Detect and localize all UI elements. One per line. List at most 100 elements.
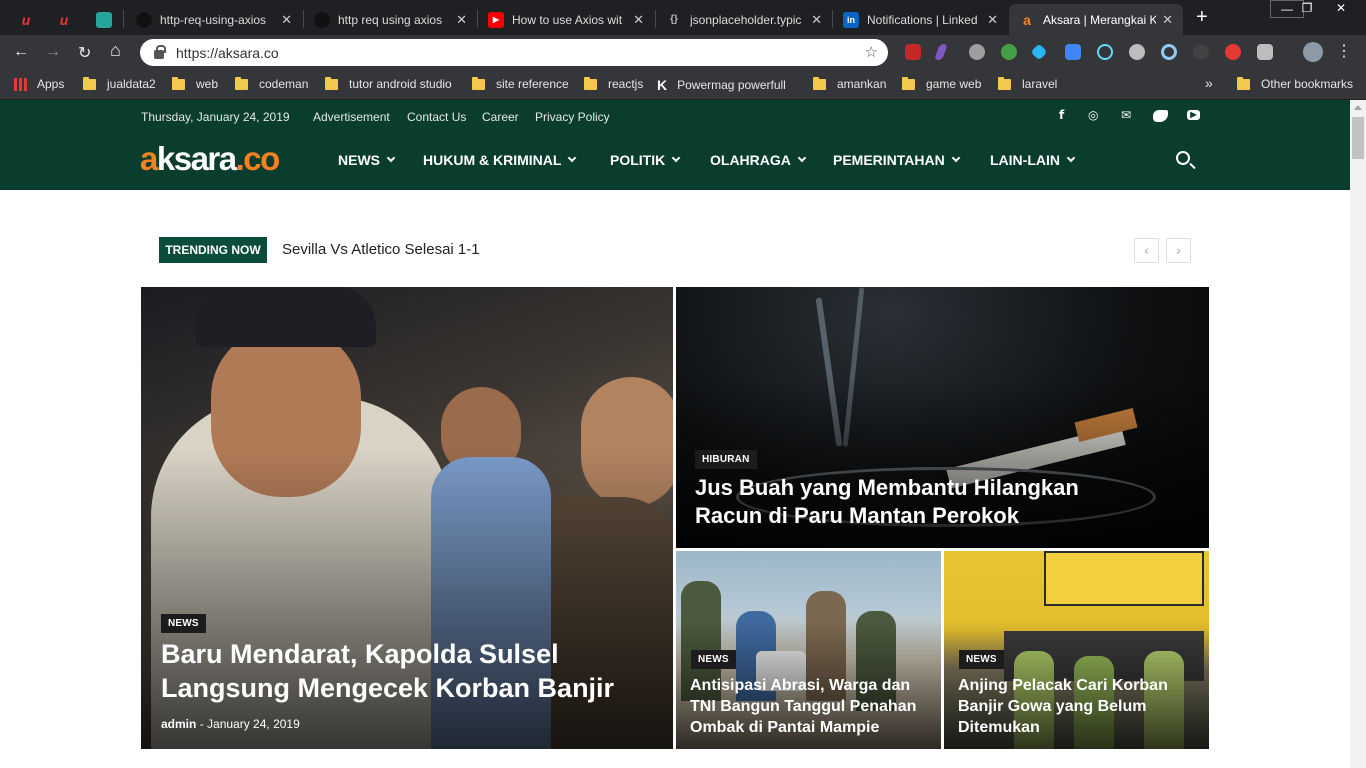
tab-favicon-icon (96, 11, 112, 28)
bookmark-folder[interactable]: tutor android studio (325, 76, 452, 91)
tab-http-req-axios[interactable]: http req using axios ✕ (304, 4, 477, 35)
cors-extension-icon[interactable] (905, 44, 921, 60)
tab-close-icon[interactable]: ✕ (1162, 12, 1173, 28)
side-headline[interactable]: Jus Buah yang Membantu Hilangkan Racun d… (695, 474, 1115, 530)
folder-icon (902, 76, 915, 90)
back-button[interactable]: ← (13, 43, 29, 61)
link-privacy-policy[interactable]: Privacy Policy (535, 110, 610, 124)
globe-extension-icon[interactable] (969, 44, 985, 60)
react-devtools-icon[interactable] (1097, 44, 1113, 60)
small-article-card-1[interactable]: NEWS Antisipasi Abrasi, Warga dan TNI Ba… (676, 551, 941, 749)
trending-prev-button[interactable]: ‹ (1134, 238, 1159, 263)
bookmark-folder[interactable]: reactjs (584, 76, 643, 91)
restore-button[interactable]: ❐ (1290, 0, 1324, 18)
bookmark-apps[interactable]: Apps (14, 77, 64, 91)
tab-close-icon[interactable]: ✕ (633, 12, 644, 28)
link-career[interactable]: Career (482, 110, 519, 124)
tab-pinned-3[interactable] (86, 4, 120, 35)
camera-extension-icon[interactable] (1257, 44, 1273, 60)
other-bookmarks[interactable]: Other bookmarks (1237, 76, 1353, 91)
menu-news[interactable]: NEWS (338, 152, 396, 168)
earth-extension-icon[interactable] (1001, 44, 1017, 60)
bookmarks-bar: Apps jualdata2 web codeman tutor android… (0, 69, 1366, 100)
tab-youtube-axios[interactable]: ▶ How to use Axios wit ✕ (478, 4, 654, 35)
address-url[interactable]: https://aksara.co (176, 45, 279, 61)
apps-grid-icon (14, 77, 27, 91)
code-icon: {} (670, 14, 678, 25)
trending-headline[interactable]: Sevilla Vs Atletico Selesai 1-1 (282, 241, 480, 258)
forward-button[interactable]: → (45, 43, 61, 61)
category-badge[interactable]: NEWS (161, 614, 206, 633)
tab-aksara-active[interactable]: a Aksara | Merangkai K ✕ (1009, 4, 1183, 35)
bookmark-folder[interactable]: site reference (472, 76, 569, 91)
youtube-icon[interactable]: ▶ (1187, 110, 1200, 120)
link-advertisement[interactable]: Advertisement (313, 110, 390, 124)
bookmark-folder[interactable]: game web (902, 76, 981, 91)
category-badge[interactable]: HIBURAN (695, 450, 757, 469)
tab-close-icon[interactable]: ✕ (281, 12, 292, 28)
bookmark-star-icon[interactable]: ☆ (865, 43, 878, 61)
small-headline-2[interactable]: Anjing Pelacak Cari Korban Banjir Gowa y… (958, 675, 1203, 738)
trending-next-button[interactable]: › (1166, 238, 1191, 263)
bookmark-folder[interactable]: jualdata2 (83, 76, 156, 91)
facebook-icon[interactable]: f (1059, 108, 1064, 122)
folder-icon (83, 76, 96, 90)
mail-icon[interactable]: ✉ (1121, 108, 1131, 122)
tab-jsonplaceholder[interactable]: {} jsonplaceholder.typic ✕ (656, 4, 832, 35)
featured-headline[interactable]: Baru Mendarat, Kapolda Sulsel Langsung M… (161, 637, 631, 706)
chrome-menu-icon[interactable]: ⋮ (1336, 41, 1352, 61)
diamond-extension-icon[interactable] (1030, 43, 1048, 61)
bookmark-folder[interactable]: web (172, 76, 218, 91)
feather-extension-icon[interactable] (934, 44, 948, 60)
translate-extension-icon[interactable] (1065, 44, 1081, 60)
tab-pinned-2[interactable]: u (46, 4, 80, 35)
menu-pemerintahan[interactable]: PEMERINTAHAN (833, 152, 960, 168)
new-tab-button[interactable]: + (1196, 6, 1208, 29)
header-date: Thursday, January 24, 2019 (141, 110, 290, 124)
more-bookmarks-chevron-icon[interactable]: » (1205, 75, 1213, 91)
link-contact-us[interactable]: Contact Us (407, 110, 466, 124)
featured-article-card[interactable]: NEWS Baru Mendarat, Kapolda Sulsel Langs… (141, 287, 673, 749)
menu-lain-lain[interactable]: LAIN-LAIN (990, 152, 1076, 168)
tab-linkedin[interactable]: in Notifications | Linked ✕ (833, 4, 1008, 35)
home-button[interactable]: ⌂ (110, 40, 121, 61)
menu-hukum-kriminal[interactable]: HUKUM & KRIMINAL (423, 152, 577, 168)
tab-http-req-using-axios[interactable]: http-req-using-axios ✕ (126, 4, 302, 35)
author-name[interactable]: admin (161, 717, 196, 731)
site-logo[interactable]: aksara.co (140, 140, 280, 178)
address-bar[interactable]: https://aksara.co ☆ (140, 39, 888, 66)
twitter-icon[interactable] (1153, 110, 1168, 122)
tab-close-icon[interactable]: ✕ (987, 12, 998, 28)
bookmark-folder[interactable]: amankan (813, 76, 886, 91)
lock-icon (154, 45, 166, 59)
tab-pinned-1[interactable]: u (8, 4, 42, 35)
profile-avatar[interactable] (1303, 42, 1323, 62)
side-article-card[interactable]: HIBURAN Jus Buah yang Membantu Hilangkan… (676, 287, 1209, 548)
tab-close-icon[interactable]: ✕ (456, 12, 467, 28)
grey-extension-icon[interactable] (1129, 44, 1145, 60)
bookmark-powermag[interactable]: K Powermag powerfull (657, 77, 786, 93)
bookmark-folder[interactable]: codeman (235, 76, 308, 91)
dark-extension-icon[interactable] (1193, 44, 1209, 60)
red-extension-icon[interactable] (1225, 44, 1241, 60)
folder-icon (472, 76, 485, 90)
instagram-icon[interactable]: ◎ (1088, 108, 1098, 122)
small-article-card-2[interactable]: NEWS Anjing Pelacak Cari Korban Banjir G… (944, 551, 1209, 749)
category-badge[interactable]: NEWS (691, 650, 736, 669)
scroll-up-arrow-icon[interactable] (1354, 105, 1362, 110)
blue-ring-extension-icon[interactable] (1161, 44, 1177, 60)
page-scrollbar[interactable] (1350, 100, 1366, 768)
close-window-button[interactable]: ✕ (1322, 0, 1360, 18)
scrollbar-thumb[interactable] (1352, 117, 1364, 159)
page-viewport: Thursday, January 24, 2019 Advertisement… (0, 100, 1350, 768)
search-icon[interactable] (1176, 151, 1190, 165)
trending-now-label: TRENDING NOW (159, 237, 267, 263)
menu-olahraga[interactable]: OLAHRAGA (710, 152, 807, 168)
reload-button[interactable]: ↻ (78, 43, 91, 63)
bookmark-folder[interactable]: laravel (998, 76, 1057, 91)
menu-politik[interactable]: POLITIK (610, 152, 681, 168)
small-headline-1[interactable]: Antisipasi Abrasi, Warga dan TNI Bangun … (690, 675, 935, 738)
category-badge[interactable]: NEWS (959, 650, 1004, 669)
tab-close-icon[interactable]: ✕ (811, 12, 822, 28)
linkedin-icon: in (843, 11, 859, 28)
